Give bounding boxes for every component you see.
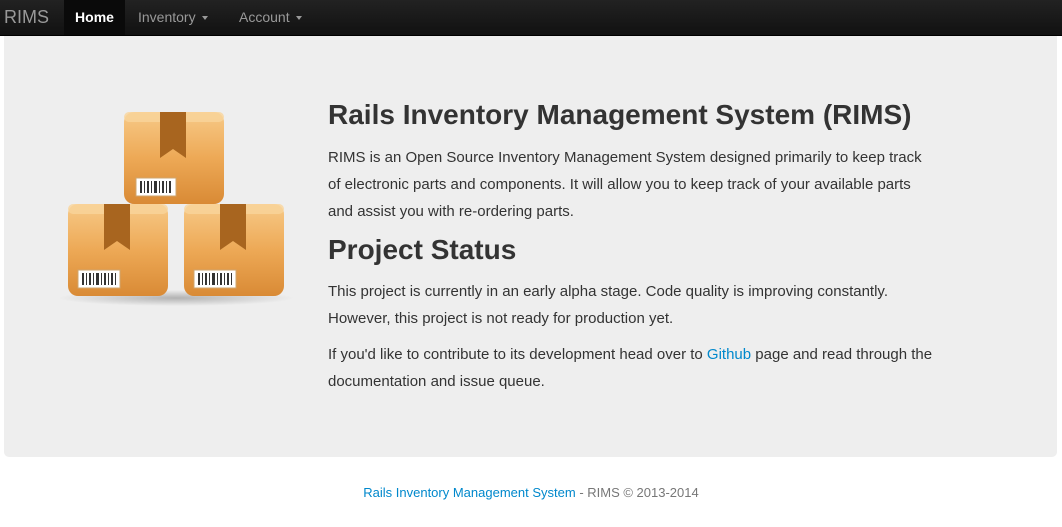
footer: Rails Inventory Management System - RIMS… bbox=[0, 484, 1062, 502]
status-text: This project is currently in an early al… bbox=[328, 283, 888, 327]
github-link[interactable]: Github bbox=[707, 346, 751, 363]
caret-down-icon bbox=[201, 16, 208, 21]
project-status-heading: Project Status bbox=[328, 234, 517, 265]
nav-inventory-dropdown[interactable]: Inventory bbox=[138, 0, 218, 35]
description-text: RIMS is an Open Source Inventory Managem… bbox=[328, 149, 922, 220]
box-bottom-right bbox=[184, 204, 284, 296]
brand-link[interactable]: RIMS bbox=[4, 0, 49, 36]
contribute-text-before: If you'd like to contribute to its devel… bbox=[328, 346, 707, 363]
hero-unit: Rails Inventory Management System (RIMS)… bbox=[4, 36, 1057, 457]
cardboard-boxes-icon bbox=[58, 112, 294, 306]
footer-copyright: - RIMS © 2013-2014 bbox=[575, 485, 699, 500]
box-top bbox=[124, 112, 224, 204]
caret-down-icon bbox=[295, 16, 302, 21]
contribute-text: If you'd like to contribute to its devel… bbox=[328, 341, 938, 395]
footer-home-link[interactable]: Rails Inventory Management System bbox=[363, 485, 575, 500]
nav-account-label: Account bbox=[239, 9, 290, 25]
box-bottom-left bbox=[68, 204, 168, 296]
nav-home[interactable]: Home bbox=[64, 0, 125, 35]
nav-inventory-label: Inventory bbox=[138, 9, 196, 25]
page-title: Rails Inventory Management System (RIMS) bbox=[328, 99, 912, 130]
nav-account-dropdown[interactable]: Account bbox=[239, 0, 315, 35]
nav-home-label: Home bbox=[75, 9, 114, 25]
top-navbar: RIMS Home Inventory Account bbox=[0, 0, 1062, 36]
